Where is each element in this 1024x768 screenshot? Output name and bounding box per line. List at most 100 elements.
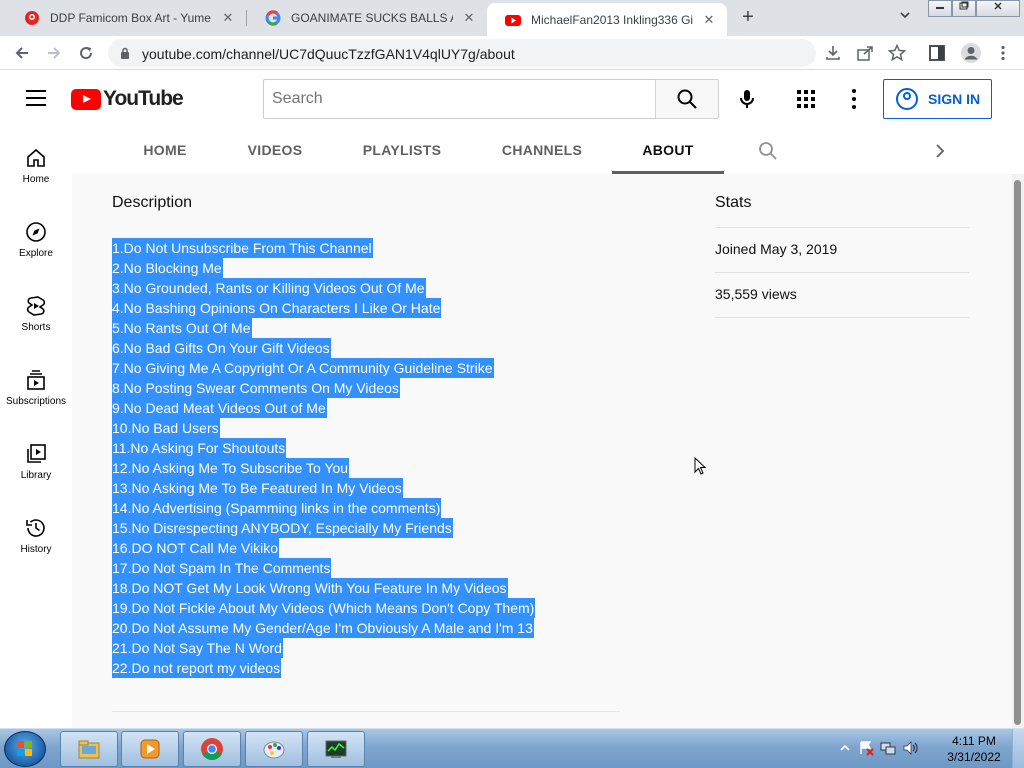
browser-tab-2[interactable]: GOANIMATE SUCKS BALLS AND ✕	[247, 0, 487, 36]
description-heading: Description	[112, 194, 193, 211]
account-circle-icon	[896, 88, 918, 110]
taskbar-file-explorer[interactable]	[60, 731, 118, 767]
description-line-text: 14.No Advertising (Spamming links in the…	[112, 498, 442, 518]
guide-item-shorts[interactable]: Shorts	[0, 276, 72, 346]
address-bar[interactable]: youtube.com/channel/UC7dQuucTzzfGAN1V4ql…	[108, 39, 816, 67]
description-line: 5.No Rants Out Of Me	[112, 318, 535, 338]
taskbar-paint[interactable]	[245, 731, 303, 767]
search-input[interactable]	[263, 79, 656, 119]
settings-more-icon[interactable]	[852, 89, 858, 109]
search-button[interactable]	[655, 79, 719, 119]
taskbar-task-manager[interactable]	[307, 731, 365, 767]
description-line: 2.No Blocking Me	[112, 258, 535, 278]
guide-item-home[interactable]: Home	[0, 128, 72, 198]
show-desktop-button[interactable]	[1012, 729, 1024, 768]
guide-label: Library	[20, 470, 52, 481]
task-manager-icon	[325, 740, 347, 758]
bookmark-star-icon[interactable]	[887, 43, 907, 62]
profile-avatar-icon[interactable]	[960, 42, 982, 64]
description-line-text: 9.No Dead Meat Videos Out of Me	[112, 398, 327, 418]
description-line-text: 18.Do NOT Get My Look Wrong With You Fea…	[112, 578, 508, 598]
tab-channels[interactable]: CHANNELS	[490, 128, 594, 174]
volume-icon[interactable]	[902, 740, 918, 759]
maximize-button[interactable]	[952, 0, 976, 17]
youtube-apps-grid-icon[interactable]	[797, 90, 815, 108]
side-panel-icon[interactable]	[928, 44, 946, 62]
media-player-icon	[140, 739, 160, 759]
description-line: 19.Do Not Fickle About My Videos (Which …	[112, 598, 536, 618]
url-text: youtube.com/channel/UC7dQuucTzzfGAN1V4ql…	[142, 46, 515, 62]
minimize-button[interactable]	[928, 0, 952, 17]
tab-title: GOANIMATE SUCKS BALLS AND	[291, 11, 453, 25]
tab-search-chevron-icon[interactable]	[895, 6, 915, 28]
description-line: 1.Do Not Unsubscribe From This Channel	[112, 238, 535, 258]
tab-about[interactable]: ABOUT	[612, 128, 724, 174]
description-line: 7.No Giving Me A Copyright Or A Communit…	[112, 358, 535, 378]
taskbar-chrome[interactable]	[183, 731, 241, 767]
forward-arrow-icon[interactable]	[42, 41, 66, 65]
scrollbar-thumb[interactable]	[1014, 180, 1021, 725]
browser-menu-icon[interactable]	[994, 44, 1012, 62]
sign-in-button[interactable]: SIGN IN	[883, 79, 992, 119]
description-line: 4.No Bashing Opinions On Characters I Li…	[112, 298, 535, 318]
share-icon[interactable]	[856, 44, 874, 62]
network-icon[interactable]	[880, 740, 896, 759]
description-line: 11.No Asking For Shoutouts	[112, 438, 535, 458]
library-icon	[24, 442, 48, 466]
google-favicon-icon	[265, 10, 281, 26]
home-icon	[24, 146, 48, 170]
new-tab-button[interactable]: +	[737, 6, 759, 28]
hamburger-menu-icon[interactable]	[26, 90, 46, 106]
description-line: 15.No Disrespecting ANYBODY, Especially …	[112, 518, 535, 538]
windows-logo-icon	[17, 741, 32, 756]
start-button[interactable]	[4, 731, 46, 767]
guide-label: Home	[22, 174, 50, 185]
page-scrollbar[interactable]	[1012, 174, 1024, 728]
sign-in-label: SIGN IN	[928, 91, 981, 107]
description-line-text: 4.No Bashing Opinions On Characters I Li…	[112, 298, 442, 318]
clock-date: 3/31/2022	[947, 750, 1001, 764]
tab-playlists[interactable]: PLAYLISTS	[352, 128, 452, 174]
close-tab-icon[interactable]: ✕	[701, 12, 717, 28]
taskbar-media-player[interactable]	[121, 731, 179, 767]
description-line-text: 1.Do Not Unsubscribe From This Channel	[112, 238, 373, 258]
browser-tab-1[interactable]: DDP Famicom Box Art - Yume Ko ✕	[6, 0, 246, 36]
mario-favicon-icon	[24, 10, 40, 26]
description-line: 12.No Asking Me To Subscribe To You	[112, 458, 535, 478]
description-line: 22.Do not report my videos	[112, 658, 535, 678]
show-hidden-icons-icon[interactable]	[840, 743, 850, 756]
browser-tab-3[interactable]: MichaelFan2013 Inkling336 Gigg ✕	[487, 3, 727, 36]
install-icon[interactable]	[824, 44, 842, 62]
close-tab-icon[interactable]: ✕	[461, 10, 477, 26]
tab-videos[interactable]: VIDEOS	[232, 128, 318, 174]
description-line-text: 13.No Asking Me To Be Featured In My Vid…	[112, 478, 403, 498]
description-line-text: 7.No Giving Me A Copyright Or A Communit…	[112, 358, 494, 378]
guide-item-explore[interactable]: Explore	[0, 202, 72, 272]
lock-icon[interactable]	[120, 46, 130, 59]
description-line-text: 19.Do Not Fickle About My Videos (Which …	[112, 598, 536, 618]
description-line-text: 15.No Disrespecting ANYBODY, Especially …	[112, 518, 453, 538]
tab-home[interactable]: HOME	[120, 128, 210, 174]
description-line-text: 2.No Blocking Me	[112, 258, 223, 278]
chevron-right-icon[interactable]	[933, 141, 947, 161]
guide-item-history[interactable]: History	[0, 498, 72, 568]
back-arrow-icon[interactable]	[10, 41, 34, 65]
reload-icon[interactable]	[74, 41, 98, 65]
youtube-play-icon	[71, 88, 101, 110]
description-text[interactable]: 1.Do Not Unsubscribe From This Channel 2…	[112, 238, 536, 678]
microphone-icon[interactable]	[735, 87, 759, 111]
guide-item-library[interactable]: Library	[0, 424, 72, 494]
close-tab-icon[interactable]: ✕	[220, 10, 236, 26]
action-center-flag-icon[interactable]	[858, 740, 874, 759]
close-window-button[interactable]	[976, 0, 1020, 17]
file-explorer-icon	[78, 740, 100, 759]
guide-label: Shorts	[21, 322, 51, 333]
channel-tabs: HOME VIDEOS PLAYLISTS CHANNELS ABOUT	[72, 128, 1016, 174]
guide-item-subscriptions[interactable]: Subscriptions	[0, 350, 72, 420]
about-page-content: Description 1.Do Not Unsubscribe From Th…	[72, 174, 1012, 728]
description-line-text: 22.Do not report my videos	[112, 658, 282, 678]
window-controls	[928, 0, 1020, 17]
channel-search-icon[interactable]	[758, 141, 778, 161]
taskbar-clock[interactable]: 4:11 PM 3/31/2022	[944, 733, 1004, 765]
youtube-logo[interactable]: YouTube	[71, 87, 184, 111]
